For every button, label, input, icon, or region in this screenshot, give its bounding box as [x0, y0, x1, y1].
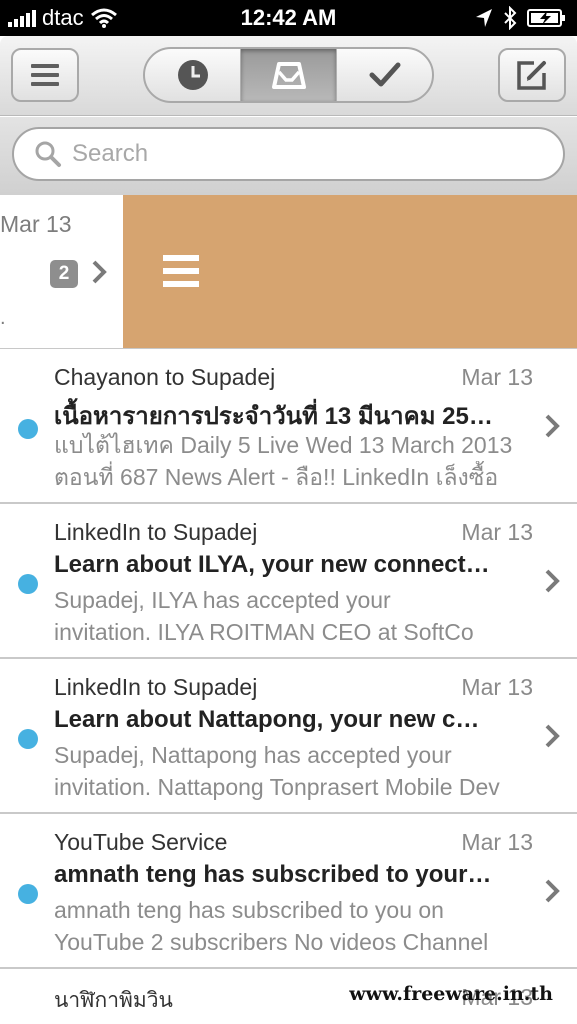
message-sender: LinkedIn to Supadej — [54, 674, 258, 700]
tab-inbox[interactable] — [241, 49, 337, 101]
chevron-right-icon — [545, 569, 560, 593]
message-preview: Supadej, Nattapong has accepted your inv… — [54, 739, 529, 803]
swiped-thread-row[interactable]: Mar 13 2 . — [0, 195, 577, 349]
navigation-bar — [0, 36, 577, 116]
search-input[interactable] — [72, 140, 512, 168]
bluetooth-icon — [504, 6, 517, 30]
chevron-right-icon — [545, 414, 560, 438]
hamburger-icon — [31, 64, 59, 86]
message-row[interactable]: YouTube Service Mar 13 amnath teng has s… — [0, 814, 577, 969]
message-date: Mar 13 — [461, 674, 533, 700]
unread-dot-icon — [18, 729, 38, 749]
message-preview: Supadej, ILYA has accepted your invitati… — [54, 584, 529, 648]
message-date: Mar 13 — [461, 829, 533, 855]
message-subject: Learn about Nattapong, your new connecti… — [54, 706, 494, 733]
compose-icon — [517, 61, 546, 90]
swiped-row-date: Mar 13 — [0, 211, 72, 237]
watermark: www.freeware.in.th — [349, 983, 553, 1005]
message-sender: นาฬิกาพิมวิน — [54, 989, 173, 1012]
chevron-right-icon — [545, 879, 560, 903]
inbox-tray-icon — [271, 62, 306, 89]
compose-button[interactable] — [498, 48, 566, 102]
message-preview-line: amnath teng has subscribed to you on — [54, 897, 444, 923]
view-segmented-control — [143, 47, 434, 103]
status-bar: dtac 12:42 AM — [0, 0, 577, 36]
message-preview-line: Supadej, Nattapong has accepted your — [54, 742, 452, 768]
message-preview-line: invitation. Nattapong Tonprasert Mobile … — [54, 774, 500, 800]
message-sender: YouTube Service — [54, 829, 228, 855]
unread-dot-icon — [18, 419, 38, 439]
tab-later[interactable] — [145, 49, 241, 101]
search-field[interactable] — [12, 127, 565, 181]
message-preview-line: ตอนที่ 687 News Alert - ลือ!! LinkedIn เ… — [54, 464, 499, 490]
menu-button[interactable] — [11, 48, 79, 102]
swiped-row-preview-fragment: . — [0, 307, 6, 329]
location-arrow-icon — [476, 9, 492, 27]
message-preview-line: Supadej, ILYA has accepted your — [54, 587, 391, 613]
thread-count-badge: 2 — [50, 260, 78, 288]
message-sender: Chayanon to Supadej — [54, 364, 276, 390]
status-right — [475, 4, 567, 32]
message-preview-line: YouTube 2 subscribers No videos Channel — [54, 929, 489, 955]
chevron-right-icon — [92, 260, 107, 284]
unread-dot-icon — [18, 574, 38, 594]
checkmark-icon — [369, 62, 400, 87]
message-row[interactable]: Chayanon to Supadej Mar 13 เนื้อหารายการ… — [0, 349, 577, 504]
chevron-right-icon — [545, 724, 560, 748]
unread-dot-icon — [18, 884, 38, 904]
message-preview-line: แบไต้ไฮเทค Daily 5 Live Wed 13 March 201… — [54, 432, 513, 458]
message-subject: Learn about ILYA, your new connection — [54, 551, 494, 578]
message-row[interactable]: LinkedIn to Supadej Mar 13 Learn about N… — [0, 659, 577, 814]
list-icon — [163, 255, 199, 287]
search-icon — [35, 141, 61, 167]
message-date: Mar 13 — [461, 364, 533, 390]
message-subject: amnath teng has subscribed to your chann… — [54, 861, 494, 888]
message-row[interactable]: LinkedIn to Supadej Mar 13 Learn about I… — [0, 504, 577, 659]
message-preview: แบไต้ไฮเทค Daily 5 Live Wed 13 March 201… — [54, 429, 529, 493]
tab-archive[interactable] — [337, 49, 432, 101]
search-bar — [0, 117, 577, 195]
battery-charging-icon — [527, 9, 565, 27]
add-to-list-action[interactable] — [123, 195, 577, 348]
clock-icon — [177, 60, 208, 90]
message-preview: amnath teng has subscribed to you on You… — [54, 894, 529, 958]
message-preview-line: invitation. ILYA ROITMAN CEO at SoftCo — [54, 619, 474, 645]
message-date: Mar 13 — [461, 519, 533, 545]
message-sender: LinkedIn to Supadej — [54, 519, 258, 545]
